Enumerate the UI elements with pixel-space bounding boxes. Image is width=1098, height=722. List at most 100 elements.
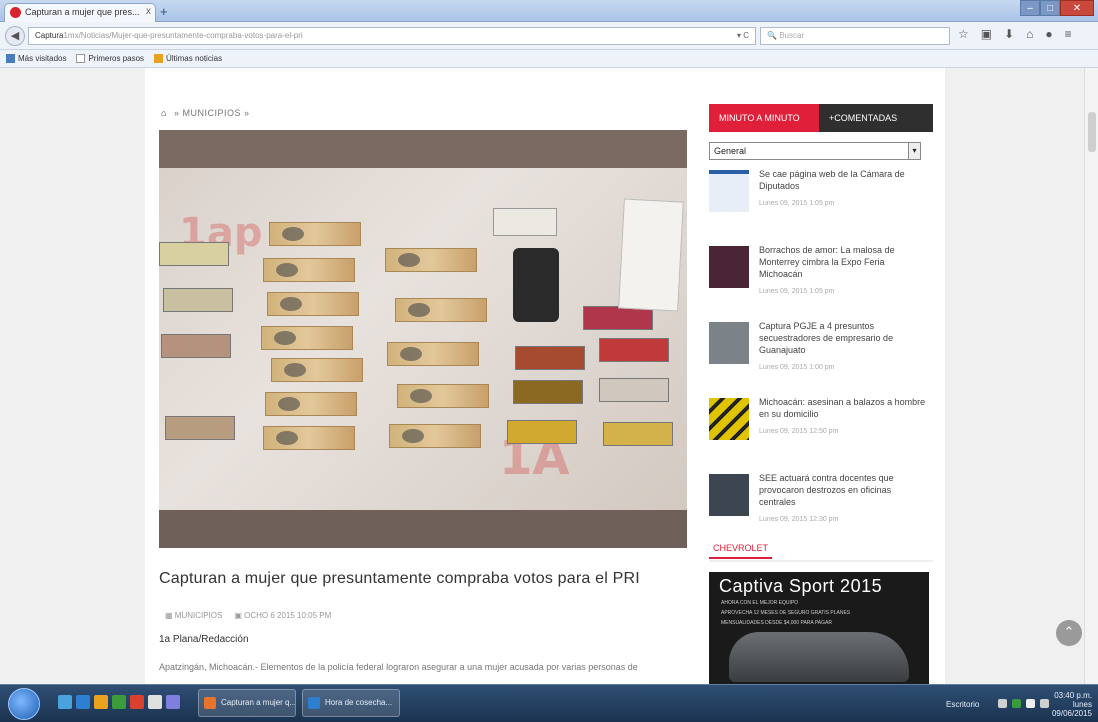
bill [389, 424, 481, 448]
search-input[interactable]: 🔍 Buscar [760, 27, 950, 45]
id-card [161, 334, 231, 358]
photo-edge-top [159, 130, 687, 168]
close-window-button[interactable]: ✕ [1060, 0, 1094, 16]
article-author: 1a Plana/Redacción [159, 634, 249, 645]
bill [263, 426, 355, 450]
bookmark-latest-news[interactable]: Últimas noticias [154, 53, 222, 64]
quicklaunch-app-icon[interactable] [76, 695, 90, 709]
sponsor-section-header: CHEVROLET [709, 538, 933, 562]
clipboard-icon[interactable]: ▣ [981, 27, 992, 41]
card [603, 422, 673, 446]
card [513, 380, 583, 404]
address-bar[interactable]: Captura1mx/Noticias/Mujer-que-presuntame… [28, 27, 756, 45]
app-icon [308, 697, 320, 709]
quicklaunch-app-icon[interactable] [148, 695, 162, 709]
quicklaunch-app-icon[interactable] [166, 695, 180, 709]
news-thumbnail[interactable] [709, 246, 749, 288]
minimize-button[interactable]: – [1020, 0, 1040, 16]
new-tab-button[interactable]: + [160, 4, 168, 19]
tab-minuto-a-minuto[interactable]: MINUTO A MINUTO [709, 104, 819, 132]
star-icon[interactable]: ☆ [958, 27, 969, 41]
windows-taskbar: Capturan a mujer q... Hora de cosecha...… [0, 684, 1098, 722]
quicklaunch-app-icon[interactable] [112, 695, 126, 709]
home-icon[interactable]: ⌂ [1026, 27, 1033, 41]
taskbar-item-firefox[interactable]: Capturan a mujer q... [198, 689, 296, 717]
start-button[interactable] [8, 688, 40, 720]
tab-comentadas[interactable]: +COMENTADAS [819, 104, 933, 132]
tray-volume-icon[interactable] [1040, 699, 1049, 708]
bill [267, 292, 359, 316]
bill [385, 248, 477, 272]
home-icon[interactable]: ⌂ [161, 108, 167, 118]
url-path: 1mx/Noticias/Mujer-que-presuntamente-com… [63, 31, 303, 40]
bookmark-getting-started[interactable]: Primeros pasos [76, 53, 144, 64]
news-title[interactable]: Captura PGJE a 4 presuntos secuestradore… [759, 320, 927, 356]
photo-edge-bottom [159, 510, 687, 548]
tab-title: Capturan a mujer que pres... [25, 7, 140, 17]
news-title[interactable]: Michoacán: asesinan a balazos a hombre e… [759, 396, 927, 420]
bookmark-star-icon [6, 54, 15, 63]
menu-icon[interactable]: ≡ [1065, 27, 1072, 41]
tray-network-icon[interactable] [1012, 699, 1021, 708]
scroll-to-top-button[interactable]: ⌃ [1056, 620, 1082, 646]
news-thumbnail[interactable] [709, 322, 749, 364]
card [599, 338, 669, 362]
news-item[interactable]: Michoacán: asesinan a balazos a hombre e… [709, 394, 933, 464]
chevron-down-icon[interactable]: ▾ [908, 143, 920, 159]
system-tray: Escritorio 03:40 p.m. lunes 09/06/2015 [946, 691, 1096, 719]
card [599, 378, 669, 402]
article-title: Capturan a mujer que presuntamente compr… [159, 570, 640, 587]
back-button[interactable]: ◀ [5, 26, 25, 46]
category-select-value: General [714, 146, 747, 156]
news-item[interactable]: SEE actuará contra docentes que provocar… [709, 470, 933, 540]
taskbar-item-app[interactable]: Hora de cosecha... [302, 689, 400, 717]
bookmark-most-visited[interactable]: Más visitados [6, 53, 66, 64]
card [515, 346, 585, 370]
chat-icon[interactable]: ● [1045, 27, 1052, 41]
firefox-icon [204, 697, 216, 709]
sponsor-section-label: CHEVROLET [709, 539, 773, 559]
sidebar-tabs: MINUTO A MINUTO +COMENTADAS [709, 104, 933, 132]
breadcrumb-trail[interactable]: » MUNICIPIOS » [174, 108, 250, 118]
quicklaunch-app-icon[interactable] [94, 695, 108, 709]
browser-titlebar: Capturan a mujer que pres... x + – □ ✕ [0, 0, 1098, 22]
news-item[interactable]: Borrachos de amor: La malosa de Monterre… [709, 242, 933, 312]
breadcrumb: ⌂ » MUNICIPIOS » [161, 108, 249, 118]
tray-flag-icon[interactable] [1026, 699, 1035, 708]
news-title[interactable]: Se cae página web de la Cámara de Diputa… [759, 168, 927, 192]
article-category[interactable]: ▦ MUNICIPIOS [165, 611, 222, 620]
quicklaunch-app-icon[interactable] [58, 695, 72, 709]
bookmark-label: Primeros pasos [88, 54, 145, 63]
system-clock[interactable]: 03:40 p.m. lunes 09/06/2015 [1052, 691, 1092, 718]
bookmarks-toolbar: Más visitados Primeros pasos Últimas not… [0, 50, 1098, 68]
scrollbar-thumb[interactable] [1088, 112, 1096, 152]
bill [387, 342, 479, 366]
maximize-button[interactable]: □ [1040, 0, 1060, 16]
news-thumbnail[interactable] [709, 170, 749, 212]
tray-arrow-icon[interactable] [998, 699, 1007, 708]
advertisement-banner[interactable]: Captiva Sport 2015 AHORA CON EL MEJOR EQ… [709, 572, 929, 684]
browser-tab-active[interactable]: Capturan a mujer que pres... x [4, 3, 156, 22]
news-date: Lunes 09, 2015 1:05 pm [759, 200, 835, 207]
quicklaunch-app-icon[interactable] [130, 695, 144, 709]
bill [397, 384, 489, 408]
clock-day: lunes [1072, 700, 1092, 709]
id-card [159, 242, 229, 266]
news-thumbnail[interactable] [709, 474, 749, 516]
url-domain: Captura [35, 31, 64, 40]
news-item[interactable]: Captura PGJE a 4 presuntos secuestradore… [709, 318, 933, 388]
news-title[interactable]: Borrachos de amor: La malosa de Monterre… [759, 244, 927, 280]
sidebar: MINUTO A MINUTO +COMENTADAS General ▾ Se… [709, 104, 933, 540]
tab-close-button[interactable]: x [146, 6, 151, 17]
category-select[interactable]: General ▾ [709, 142, 921, 160]
ad-line-1: AHORA CON EL MEJOR EQUIPO [721, 600, 799, 606]
download-icon[interactable]: ⬇ [1004, 27, 1014, 41]
url-controls[interactable]: ▾ C [737, 31, 749, 40]
news-title[interactable]: SEE actuará contra docentes que provocar… [759, 472, 927, 508]
news-item[interactable]: Se cae página web de la Cámara de Diputa… [709, 166, 933, 236]
news-thumbnail[interactable] [709, 398, 749, 440]
taskbar-item-label: Hora de cosecha... [325, 698, 393, 707]
page-scrollbar[interactable] [1084, 68, 1098, 684]
show-desktop-label[interactable]: Escritorio [946, 700, 979, 709]
taskbar-item-label: Capturan a mujer q... [221, 698, 296, 707]
